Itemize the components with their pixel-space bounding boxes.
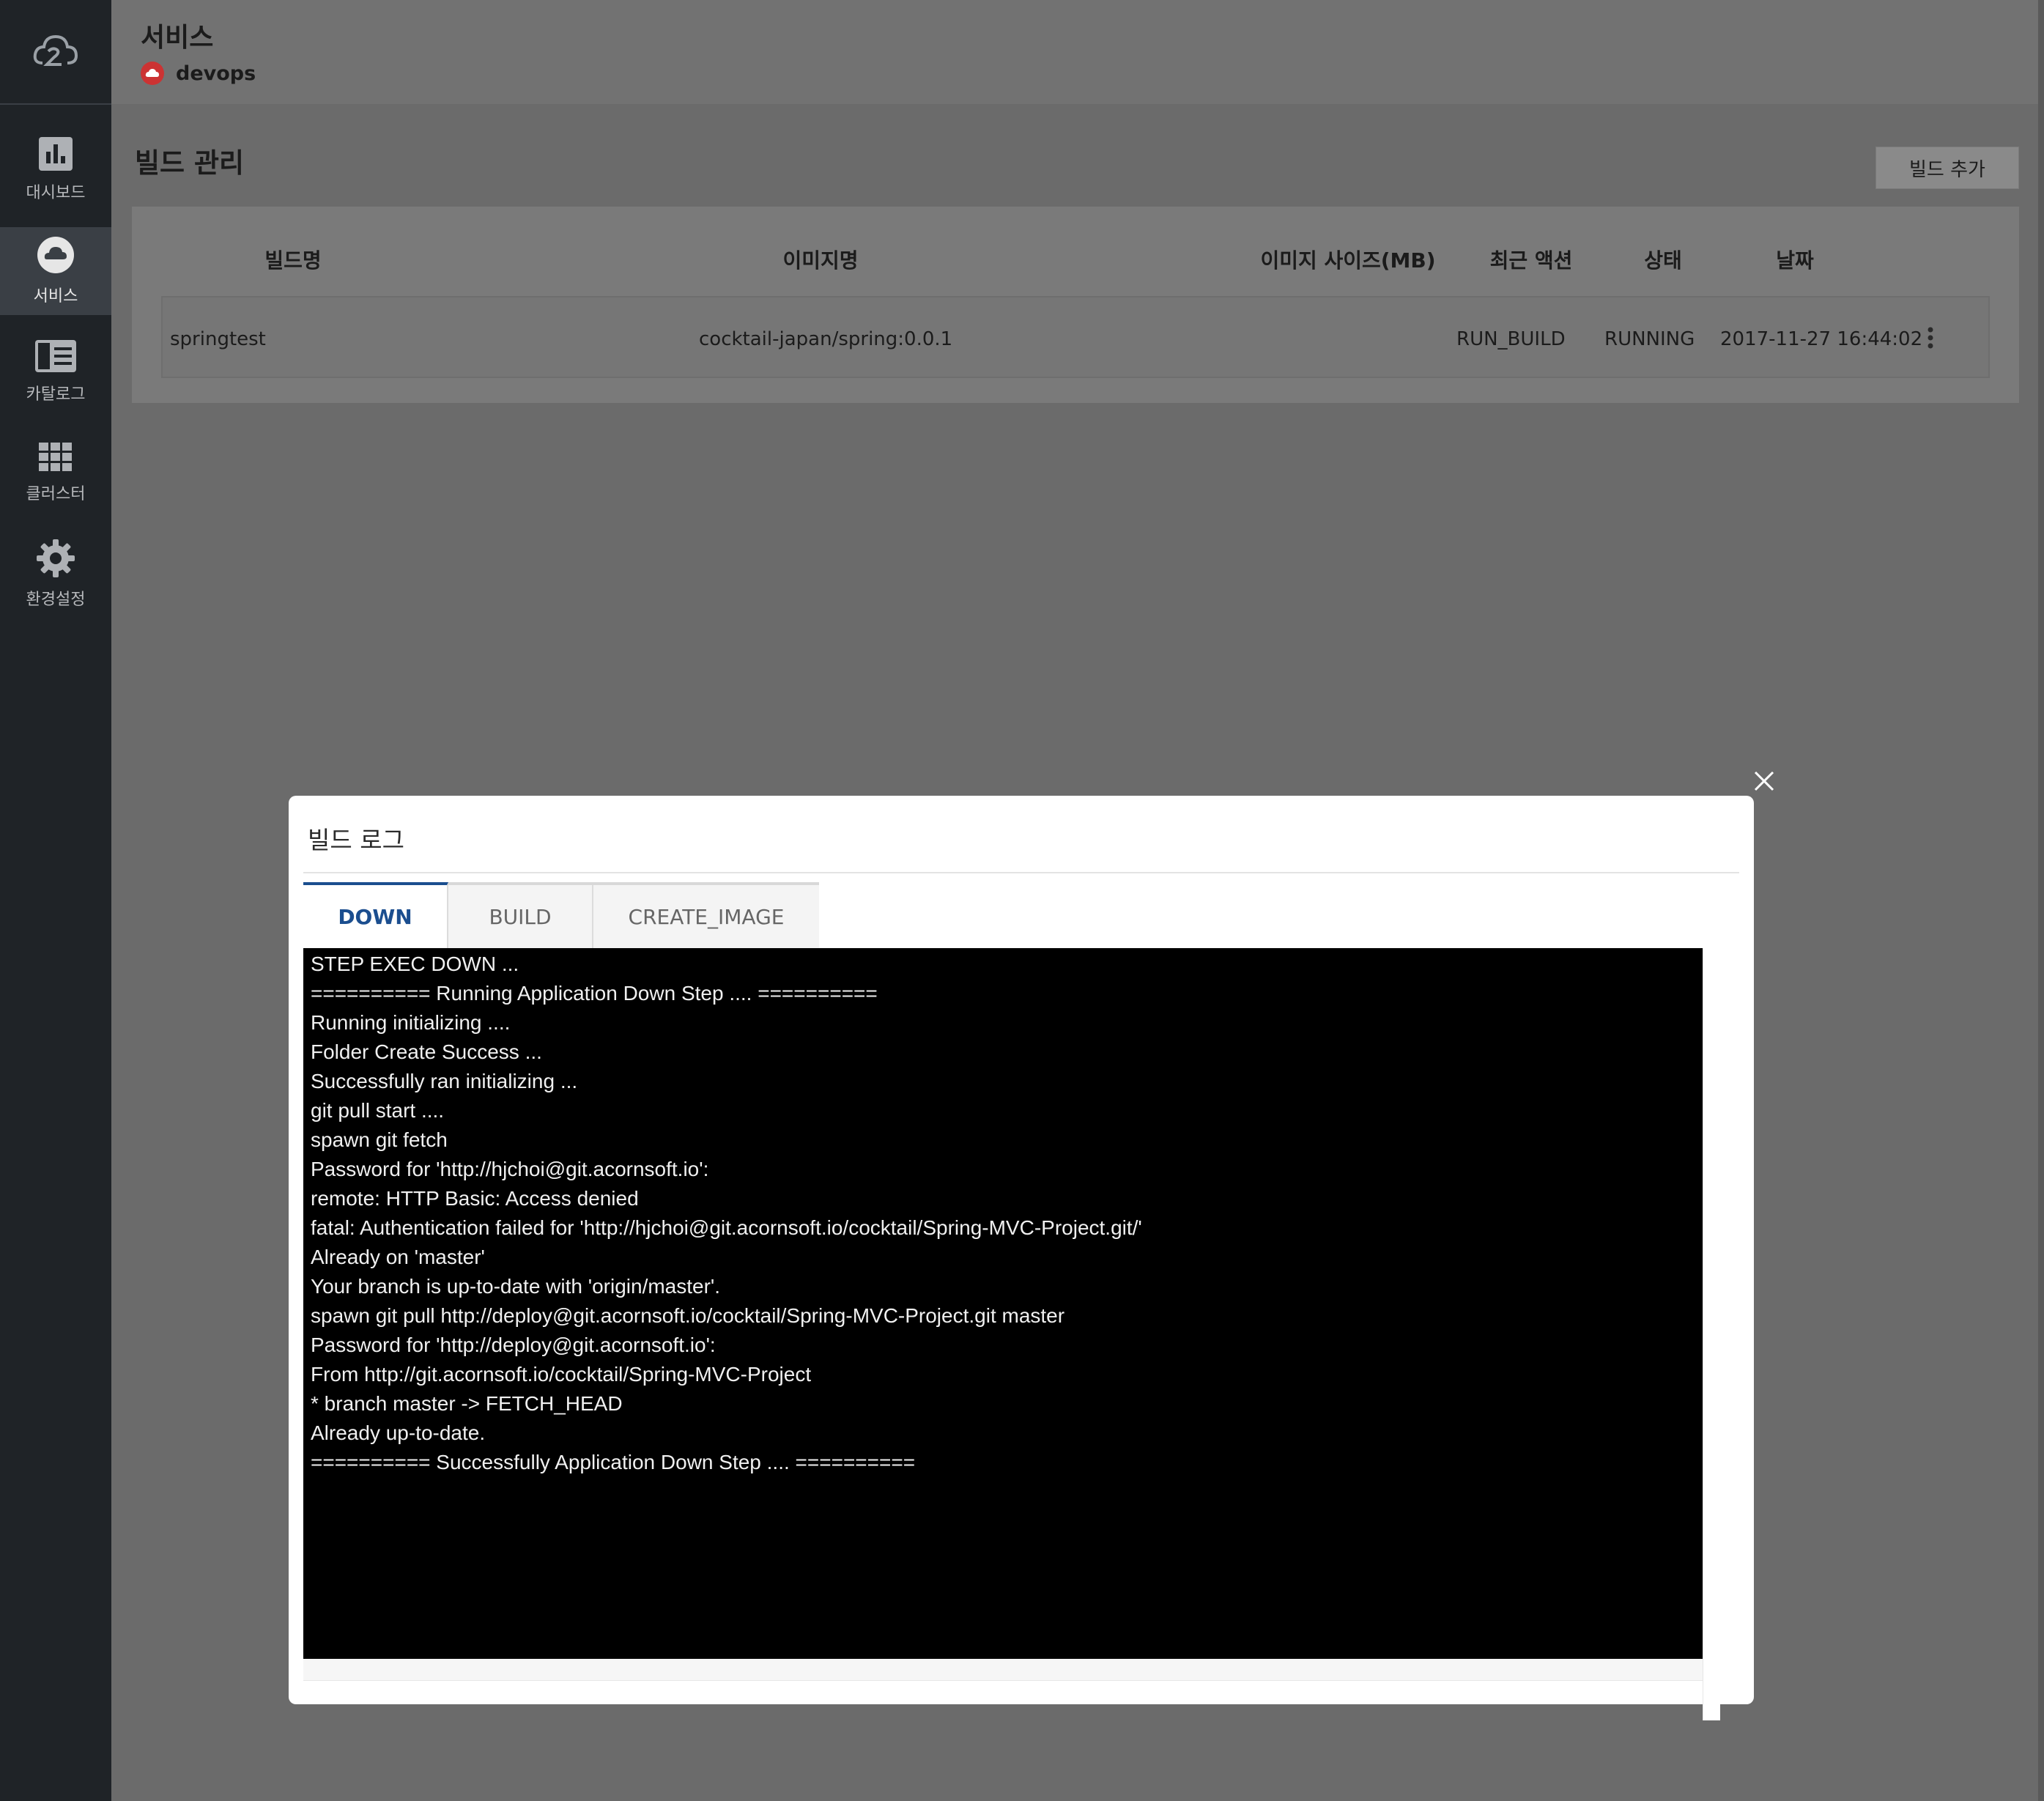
log-line: Running initializing .... [311,1011,511,1034]
log-line: fatal: Authentication failed for 'http:/… [311,1216,1142,1239]
build-log-modal: 빌드 로그 DOWN BUILD CREATE_IMAGE STEP EXEC … [289,796,1754,1720]
add-build-button[interactable]: 빌드 추가 [1875,147,2019,189]
log-scrollbar[interactable] [1703,948,1720,1720]
close-icon[interactable] [1751,768,1777,794]
tab-create-image[interactable]: CREATE_IMAGE [593,885,819,948]
log-line: STEP EXEC DOWN ... [311,953,519,975]
build-table: 빌드명 이미지명 이미지 사이즈(MB) 최근 액션 상태 날짜 springt… [132,207,2019,403]
sidebar: 대시보드 서비스 카탈로그 클러스터 환경설정 [0,0,111,1801]
service-badge-icon [141,62,164,85]
sidebar-item-label: 서비스 [33,287,78,306]
log-line: Folder Create Success ... [311,1040,542,1063]
log-tabs: DOWN BUILD CREATE_IMAGE [303,882,819,948]
tab-build[interactable]: BUILD [448,885,593,948]
cloud-icon [37,237,74,273]
sidebar-item-label: 대시보드 [26,184,86,202]
window-edge [2038,0,2044,1801]
column-header: 최근 액션 [1489,248,1573,273]
grid-icon [39,443,72,471]
sidebar-item-service[interactable]: 서비스 [0,227,111,315]
bar-chart-icon [39,137,73,171]
recent-action: RUN_BUILD [1456,328,1566,350]
sidebar-item-label: 클러스터 [26,485,86,503]
sidebar-item-cluster[interactable]: 클러스터 [0,429,111,517]
sidebar-item-settings[interactable]: 환경설정 [0,530,111,618]
modal-title: 빌드 로그 [308,826,404,854]
log-line: From http://git.acornsoft.io/cocktail/Sp… [311,1363,812,1386]
table-row[interactable]: springtest cocktail-japan/spring:0.0.1 R… [161,296,1990,378]
column-header: 빌드명 [264,248,322,273]
sidebar-item-label: 카탈로그 [26,385,86,404]
sidebar-item-label: 환경설정 [26,591,86,609]
log-horizontal-scrollbar[interactable] [303,1659,1703,1681]
log-line: Already up-to-date. [311,1421,486,1444]
page-title: 빌드 관리 [135,147,245,179]
image-name: cocktail-japan/spring:0.0.1 [699,328,953,350]
service-name: devops [176,62,256,85]
catalog-icon [35,340,76,372]
column-header: 날짜 [1776,248,1814,273]
log-line: spawn git fetch [311,1128,448,1151]
log-line: ========== Successfully Application Down… [311,1451,916,1473]
header-title: 서비스 [141,23,214,53]
gear-icon [37,539,75,577]
cloud-logo-icon [33,34,78,66]
page-header: 서비스 devops [111,0,2044,104]
column-header: 이미지명 [782,248,859,273]
service-selector[interactable]: devops [141,62,256,85]
column-header: 상태 [1644,248,1682,273]
log-line: Successfully ran initializing ... [311,1070,578,1092]
tab-down[interactable]: DOWN [303,882,448,948]
sidebar-item-dashboard[interactable]: 대시보드 [0,126,111,214]
log-line: remote: HTTP Basic: Access denied [311,1187,639,1210]
build-name[interactable]: springtest [170,328,266,350]
more-options-icon[interactable] [1927,327,1934,349]
log-line: git pull start .... [311,1099,445,1122]
log-line: Your branch is up-to-date with 'origin/m… [311,1275,721,1298]
sidebar-item-catalog[interactable]: 카탈로그 [0,328,111,416]
log-line: Password for 'http://deploy@git.acornsof… [311,1334,716,1356]
divider [303,872,1739,873]
status-text: RUNNING [1604,328,1695,350]
log-output: STEP EXEC DOWN ... ========== Running App… [303,948,1703,1659]
date-text: 2017-11-27 16:44:02 [1720,328,1923,350]
log-line: * branch master -> FETCH_HEAD [311,1392,623,1415]
log-line: ========== Running Application Down Step… [311,982,878,1005]
log-line: Already on 'master' [311,1246,485,1268]
log-line: Password for 'http://hjchoi@git.acornsof… [311,1158,709,1180]
app-logo[interactable] [0,0,111,105]
log-line: spawn git pull http://deploy@git.acornso… [311,1304,1065,1327]
column-header: 이미지 사이즈(MB) [1260,248,1436,273]
